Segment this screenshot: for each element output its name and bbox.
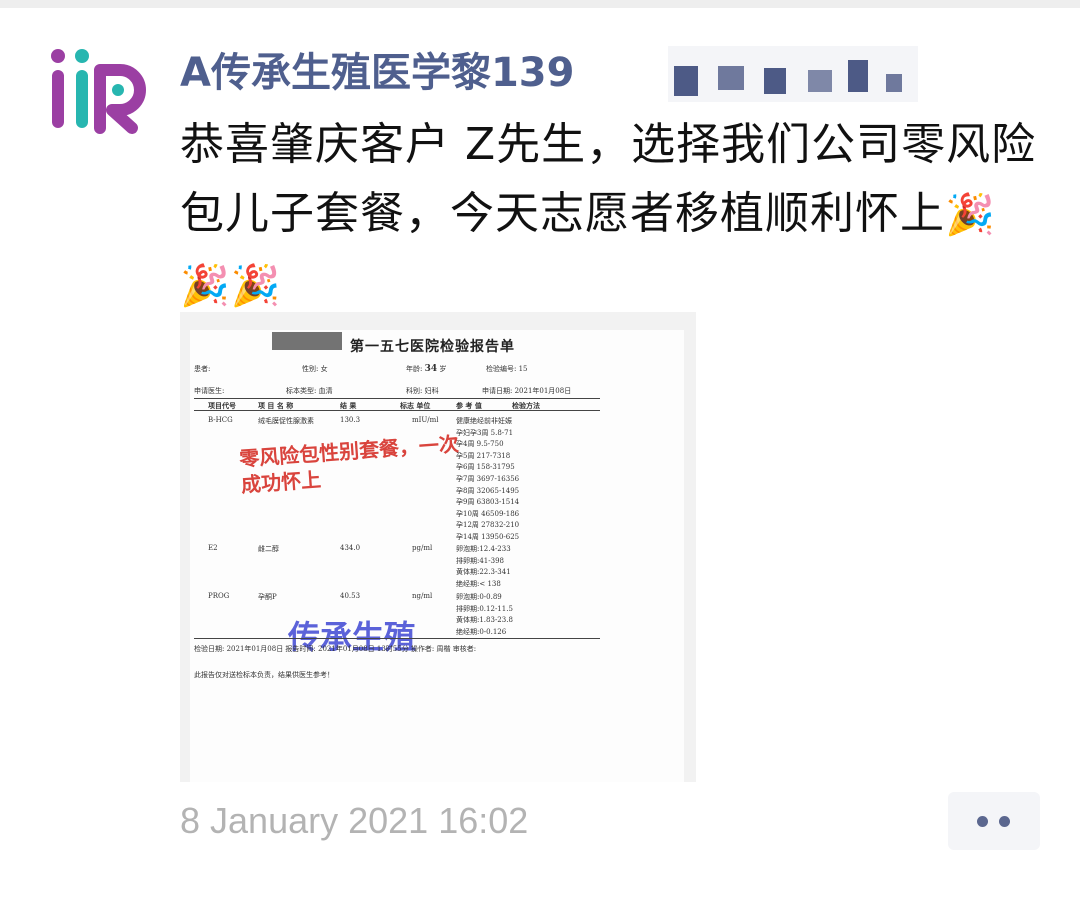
row-result: 130.3	[340, 416, 361, 424]
age-label: 年龄:	[406, 365, 423, 373]
reference-value: 排卵期:0.12-11.5	[456, 604, 513, 613]
row-code: E2	[208, 544, 218, 552]
reference-value: 孕6周 158-31795	[456, 463, 515, 472]
row-name: 雌二醇	[258, 545, 279, 553]
privacy-mosaic	[668, 46, 918, 102]
reference-value: 孕妇孕3周 5.8-71	[456, 428, 514, 437]
reference-value: 排卵期:41-398	[456, 556, 504, 565]
post-timestamp: 8 January 2021 16:02	[180, 800, 529, 841]
reference-value: 卵泡期:0-0.89	[456, 593, 502, 601]
author-name[interactable]: A传承生殖医学黎139	[180, 40, 574, 98]
top-divider	[0, 0, 1080, 8]
redaction-block	[272, 332, 342, 350]
patient-label: 患者:	[194, 365, 211, 373]
iir-logo-icon	[51, 49, 146, 134]
age-unit: 岁	[439, 365, 447, 373]
test-number: 检验编号: 15	[486, 365, 528, 373]
row-unit: mIU/ml	[412, 416, 439, 424]
more-button[interactable]	[948, 792, 1040, 850]
doctor-label: 申请医生:	[194, 387, 225, 395]
reference-value: 黄体期:1.83-23.8	[456, 616, 513, 625]
reference-value: 孕4周 9.5-750	[456, 440, 504, 449]
row-unit: ng/ml	[412, 592, 433, 600]
post-body: 恭喜肇庆客户 Z先生，选择我们公司零风险包儿子套餐，今天志愿者移植顺利怀上	[180, 119, 1037, 239]
red-overlay-text: 零风险包性别套餐，一次成功怀上	[238, 431, 460, 497]
department: 科别: 妇科	[406, 387, 439, 395]
more-dots-icon	[999, 816, 1010, 827]
avatar[interactable]	[38, 40, 148, 140]
reference-value: 孕9周 63803-1514	[456, 498, 520, 507]
lab-report: 第一五七医院检验报告单 患者: 性别: 女 年龄: 34 岁 检验编号: 15 …	[190, 330, 684, 782]
row-code: B-HCG	[208, 416, 233, 424]
row-code: PROG	[208, 592, 230, 600]
gender-label: 性别: 女	[302, 365, 328, 373]
post-text: 恭喜肇庆客户 Z先生，选择我们公司零风险包儿子套餐，今天志愿者移植顺利怀上🎉🎉🎉	[180, 110, 1040, 321]
reference-value: 黄体期:22.3-341	[456, 568, 511, 577]
party-popper-icon: 🎉	[180, 263, 231, 309]
report-footer: 检验日期: 2021年01月08日 报告时间: 2021年01月08日 13时5…	[194, 645, 477, 653]
reference-value: 孕8周 32065-1495	[456, 486, 520, 495]
party-popper-icon: 🎉	[945, 192, 996, 238]
reference-value: 孕7周 3697-16356	[456, 475, 520, 483]
age-field: 年龄: 34 岁	[406, 364, 446, 374]
specimen-type: 标本类型: 血清	[286, 387, 333, 395]
reference-value: 绝经期:0-0.126	[456, 627, 507, 636]
reference-value: 孕12周 27832-210	[456, 521, 520, 530]
reference-value: 卵泡期:12.4-233	[456, 545, 511, 553]
row-name: 绒毛膜促性腺激素	[258, 417, 314, 425]
report-disclaimer: 此报告仅对送检标本负责，结果供医生参考！	[194, 671, 334, 679]
reference-value: 孕14周 13950-625	[456, 533, 520, 541]
report-title: 第一五七医院检验报告单	[350, 339, 515, 355]
post-image[interactable]: 第一五七医院检验报告单 患者: 性别: 女 年龄: 34 岁 检验编号: 15 …	[180, 312, 696, 782]
reference-value: 孕10周 46509-186	[456, 509, 520, 518]
row-name: 孕酮P	[258, 593, 277, 601]
reference-value: 绝经期:< 138	[456, 579, 501, 588]
row-unit: pg/ml	[412, 544, 433, 552]
more-dots-icon	[977, 816, 988, 827]
row-result: 40.53	[340, 592, 361, 600]
reference-value: 孕5周 217-7318	[456, 451, 511, 460]
apply-date: 申请日期: 2021年01月08日	[482, 387, 572, 395]
row-result: 434.0	[340, 544, 361, 552]
party-popper-icon: 🎉	[230, 263, 282, 309]
reference-value: 健康绝经前非妊娠	[456, 417, 512, 425]
age-value: 34	[424, 364, 438, 374]
